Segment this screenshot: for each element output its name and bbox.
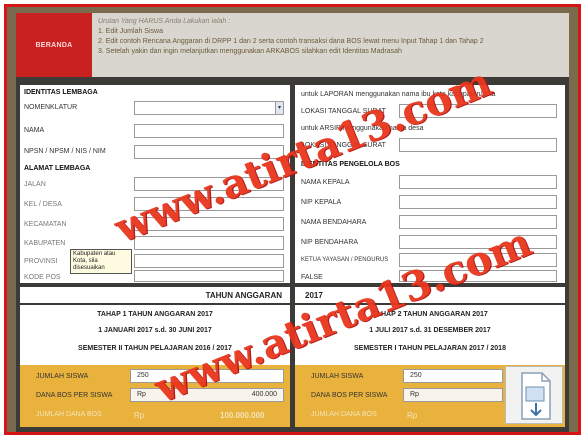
tahap-1-title: TAHAP 1 TAHUN ANGGARAN 2017 (97, 311, 213, 318)
top-instruction-bar: BERANDA Urutan Yang HARUS Anda Lakukan i… (16, 13, 569, 77)
instruction-step-1: 1. Edit Jumlah Siswa (98, 28, 163, 35)
rp-label-2: Rp (410, 391, 419, 398)
jumlah-dana-label-2: JUMLAH DANA BOS (311, 411, 377, 418)
tahap-2-semester: SEMESTER I TAHUN PELAJARAN 2017 / 2018 (354, 345, 506, 352)
false-label: FALSE (301, 274, 323, 281)
nama-label: NAMA (24, 127, 45, 134)
jalan-label: JALAN (24, 181, 46, 188)
kel-desa-label: KEL / DESA (24, 201, 62, 208)
jumlah-siswa-label-1: JUMLAH SISWA (36, 373, 89, 380)
nama-kepala-input[interactable] (399, 175, 557, 189)
jumlah-siswa-value-2: 250 (410, 372, 422, 379)
tahun-anggaran-row: TAHUN ANGGARAN (20, 287, 290, 303)
kode-pos-input[interactable] (134, 270, 284, 282)
nip-bendahara-label: NIP BENDAHARA (301, 239, 359, 246)
kabupaten-tooltip: Kabupaten atau Kota, sila disesuaikan (70, 249, 132, 274)
instructions-title: Urutan Yang HARUS Anda Lakukan ialah : (98, 18, 231, 25)
kecamatan-label: KECAMATAN (24, 221, 67, 228)
rp-label-1: Rp (137, 391, 146, 398)
instruction-step-3: 3. Setelah yakin dan ingin melanjutkan m… (98, 48, 402, 55)
nomenklatur-select[interactable]: ▾ (134, 101, 284, 115)
jumlah-dana-label-1: JUMLAH DANA BOS (36, 411, 102, 418)
npsn-label: NPSN / NPSM / NIS / NIM (24, 148, 106, 155)
nama-bendahara-input[interactable] (399, 215, 557, 229)
instructions: Urutan Yang HARUS Anda Lakukan ialah : 1… (98, 17, 484, 57)
lokasi-arsip-input[interactable] (399, 138, 557, 152)
provinsi-input[interactable] (134, 254, 284, 268)
jumlah-siswa-value-1: 250 (137, 372, 149, 379)
instruction-step-2: 2. Edit contoh Rencana Anggaran di DRPP … (98, 38, 484, 45)
kabupaten-label: KABUPATEN (24, 240, 66, 247)
outer-frame: BERANDA Urutan Yang HARUS Anda Lakukan i… (4, 4, 581, 435)
rp-total-label-1: Rp (134, 411, 145, 420)
jumlah-siswa-label-2: JUMLAH SISWA (311, 373, 364, 380)
kode-pos-label: KODE POS (24, 274, 61, 281)
provinsi-label: PROVINSI (24, 258, 58, 265)
nip-kepala-input[interactable] (399, 195, 557, 209)
jumlah-dana-value-1: 100.000.000 (220, 411, 265, 420)
rp-total-label-2: Rp (407, 411, 418, 420)
identitas-lembaga-header: IDENTITAS LEMBAGA (24, 89, 98, 96)
tahun-anggaran-label: TAHUN ANGGARAN (205, 291, 282, 300)
nomenklatur-label: NOMENKLATUR (24, 104, 78, 111)
ketua-yayasan-label: KETUA YAYASAN / PENGURUS (301, 257, 389, 263)
dana-bos-label-1: DANA BOS PER SISWA (36, 392, 113, 399)
nip-kepala-label: NIP KEPALA (301, 199, 342, 206)
nama-kepala-label: NAMA KEPALA (301, 179, 350, 186)
nama-input[interactable] (134, 124, 284, 138)
beranda-button[interactable]: BERANDA (16, 13, 92, 77)
file-download-icon[interactable] (505, 366, 563, 424)
chevron-down-icon[interactable]: ▾ (275, 101, 284, 115)
dana-bos-field-2: Rp (403, 388, 503, 402)
jumlah-siswa-input-2[interactable]: 250 (403, 369, 503, 383)
dana-bos-value-1: 400.000 (251, 391, 277, 398)
alamat-lembaga-header: ALAMAT LEMBAGA (24, 165, 91, 172)
nama-bendahara-label: NAMA BENDAHARA (301, 219, 367, 226)
dana-bos-label-2: DANA BOS PER SISWA (311, 392, 388, 399)
